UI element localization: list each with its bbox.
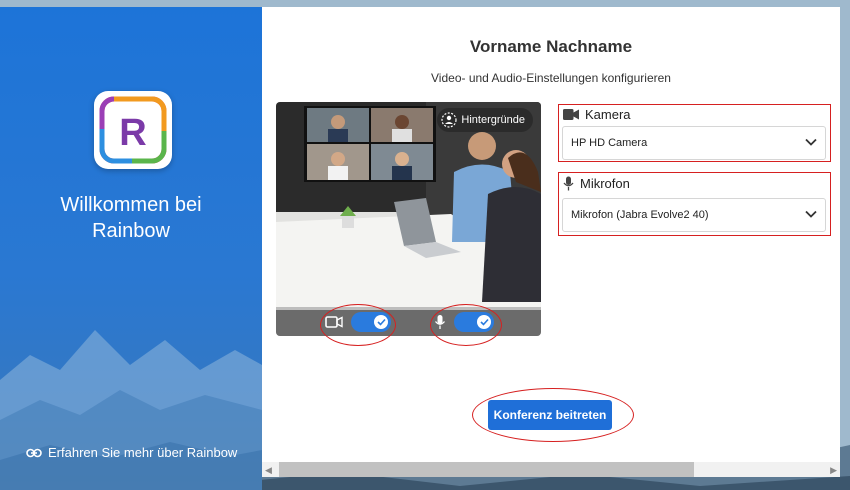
camera-toggle[interactable] bbox=[351, 312, 391, 332]
microphone-icon bbox=[563, 176, 574, 191]
camera-select[interactable]: HP HD Camera bbox=[562, 126, 826, 160]
rainbow-logo: R bbox=[94, 91, 172, 169]
product-name: Rainbow bbox=[92, 220, 170, 242]
learn-more-label[interactable]: Erfahren Sie mehr über Rainbow bbox=[48, 445, 237, 460]
microphone-select[interactable]: Mikrofon (Jabra Evolve2 40) bbox=[562, 198, 826, 232]
video-camera-icon bbox=[325, 316, 343, 328]
svg-text:R: R bbox=[119, 112, 146, 154]
scroll-left-arrow-icon[interactable]: ◀ bbox=[265, 465, 272, 476]
microphone-label: Mikrofon bbox=[580, 176, 630, 191]
microphone-toggle-group bbox=[434, 312, 494, 332]
camera-label: Kamera bbox=[585, 107, 631, 122]
person-background-icon bbox=[441, 112, 458, 128]
backgrounds-button[interactable]: Hintergründe bbox=[437, 108, 533, 132]
camera-select-value: HP HD Camera bbox=[571, 137, 648, 149]
video-preview-image bbox=[276, 102, 541, 336]
chevron-down-icon bbox=[805, 138, 817, 146]
microphone-settings-box: Mikrofon Mikrofon (Jabra Evolve2 40) bbox=[558, 172, 831, 236]
camera-toggle-knob bbox=[374, 315, 388, 329]
camera-label-row: Kamera bbox=[563, 107, 631, 122]
check-icon bbox=[479, 318, 489, 326]
link-icon bbox=[26, 448, 42, 457]
microphone-toggle-knob bbox=[477, 315, 491, 329]
microphone-toggle[interactable] bbox=[454, 312, 494, 332]
page-title: Vorname Nachname bbox=[469, 37, 633, 56]
rainbow-r-logo-icon: R bbox=[99, 96, 167, 164]
chevron-down-icon bbox=[805, 210, 817, 218]
join-conference-button[interactable]: Konferenz beitreten bbox=[488, 400, 612, 430]
camera-settings-box: Kamera HP HD Camera bbox=[558, 104, 831, 162]
check-icon bbox=[376, 318, 386, 326]
scrollbar-thumb[interactable] bbox=[279, 462, 694, 477]
microphone-select-value: Mikrofon (Jabra Evolve2 40) bbox=[571, 209, 709, 221]
video-camera-icon bbox=[563, 109, 579, 120]
microphone-label-row: Mikrofon bbox=[563, 176, 630, 191]
page-subtitle: Video- und Audio-Einstellungen konfiguri… bbox=[431, 71, 671, 85]
video-preview: Hintergründe bbox=[276, 102, 541, 336]
settings-panel: Vorname Nachname Video- und Audio-Einste… bbox=[262, 7, 840, 477]
video-controls-bar bbox=[276, 310, 541, 336]
learn-more-link[interactable]: Erfahren Sie mehr über Rainbow bbox=[26, 445, 237, 460]
backgrounds-label[interactable]: Hintergründe bbox=[461, 114, 525, 126]
camera-toggle-group bbox=[325, 312, 391, 332]
scroll-right-arrow-icon[interactable]: ▶ bbox=[830, 465, 837, 476]
horizontal-scrollbar[interactable]: ◀ ▶ bbox=[262, 462, 840, 477]
welcome-text: Willkommen bei bbox=[60, 194, 202, 216]
welcome-sidebar: R Willkommen bei Rainbow Erfahren Sie me… bbox=[0, 7, 262, 490]
microphone-icon bbox=[434, 315, 446, 329]
